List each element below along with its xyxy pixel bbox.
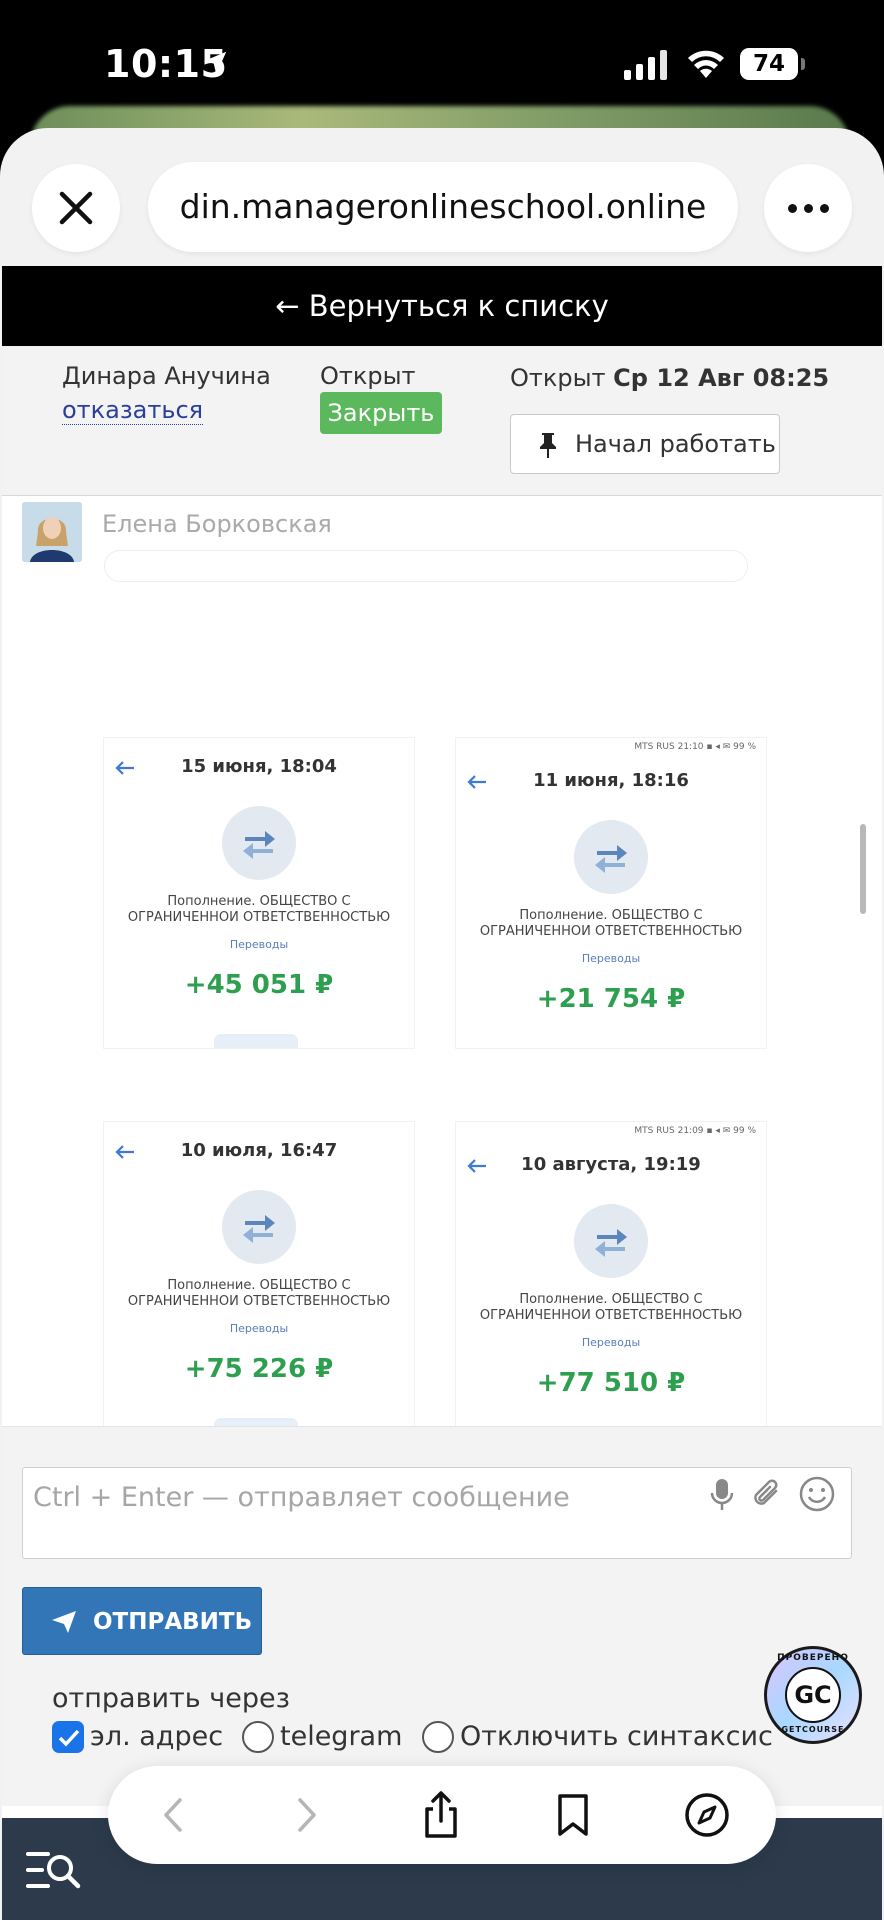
transfer-amount: +21 754 ₽ bbox=[536, 984, 686, 1014]
badge-bottom-text: GETCOURSE bbox=[781, 1725, 845, 1734]
mic-icon[interactable] bbox=[710, 1477, 734, 1513]
search-list-icon[interactable] bbox=[26, 1850, 82, 1890]
url-bar[interactable]: din.manageronlineschool.online bbox=[148, 162, 738, 252]
location-arrow-icon bbox=[203, 51, 227, 75]
send-via-label: отправить через bbox=[52, 1683, 290, 1714]
close-icon bbox=[59, 191, 93, 225]
attachment-screenshot[interactable]: MTS RUS 21:09 ▪ ◂ ✉ 99 % 10 августа, 19:… bbox=[456, 1122, 766, 1432]
transfer-category: Переводы bbox=[581, 952, 641, 965]
transfer-category: Переводы bbox=[229, 1322, 289, 1335]
attachment-screenshot[interactable]: 10 июля, 16:47 Пополнение. ОБЩЕСТВО С ОГ… bbox=[104, 1122, 414, 1432]
status-bar: 10:15 74 bbox=[0, 0, 884, 120]
option-disable-syntax[interactable]: Отключить синтаксис bbox=[422, 1719, 773, 1755]
attachment-screenshot[interactable]: 15 июня, 18:04 Пополнение. ОБЩЕСТВО С ОГ… bbox=[104, 738, 414, 1048]
chip bbox=[214, 1034, 298, 1048]
disable-syntax-checkbox[interactable] bbox=[422, 1721, 454, 1753]
badge-center: GC bbox=[785, 1667, 841, 1723]
transfer-icon-circle bbox=[574, 820, 648, 894]
transfer-icon-circle bbox=[574, 1204, 648, 1278]
message-bubble bbox=[104, 550, 748, 582]
close-ticket-button[interactable]: Закрыть bbox=[320, 392, 442, 434]
send-plane-icon bbox=[52, 1611, 76, 1633]
close-button[interactable] bbox=[32, 164, 120, 252]
option-telegram-label: telegram bbox=[280, 1721, 403, 1752]
forward-icon[interactable] bbox=[280, 1790, 330, 1840]
transfer-desc-2: ОГРАНИЧЕННОЙ ОТВЕТСТВЕННОСТЬЮ bbox=[127, 1294, 391, 1309]
option-email-label: эл. адрес bbox=[90, 1721, 224, 1752]
scroll-indicator[interactable] bbox=[860, 824, 866, 914]
transfer-desc-1: Пополнение. ОБЩЕСТВО С bbox=[167, 1278, 351, 1293]
pin-icon bbox=[540, 433, 556, 458]
message-composer: Ctrl + Enter — отправляет сообщение ОТПР… bbox=[2, 1426, 882, 1806]
opened-info: Открыт Ср 12 Авг 08:25 bbox=[510, 364, 829, 392]
paperclip-icon[interactable] bbox=[750, 1477, 784, 1511]
phone-status-line: MTS RUS 21:09 ▪ ◂ ✉ 99 % bbox=[634, 1126, 756, 1136]
option-disable-syntax-label: Отключить синтаксис bbox=[460, 1721, 773, 1752]
transfer-date: 15 июня, 18:04 bbox=[181, 756, 337, 777]
transfer-arrows-icon bbox=[243, 831, 275, 859]
transfer-desc-2: ОГРАНИЧЕННОЙ ОТВЕТСТВЕННОСТЬЮ bbox=[479, 924, 743, 939]
telegram-checkbox[interactable] bbox=[242, 1721, 274, 1753]
phone-status-line: MTS RUS 21:10 ▪ ◂ ✉ 99 % bbox=[634, 742, 756, 752]
option-email[interactable]: эл. адрес bbox=[52, 1719, 242, 1755]
transfer-desc-1: Пополнение. ОБЩЕСТВО С bbox=[519, 908, 703, 923]
browser-sheet: din.manageronlineschool.online ← Вернуть… bbox=[0, 128, 884, 1920]
more-icon bbox=[788, 204, 797, 213]
send-button-label: ОТПРАВИТЬ bbox=[93, 1609, 253, 1635]
option-telegram[interactable]: telegram bbox=[242, 1719, 412, 1755]
transfer-date: 11 июня, 18:16 bbox=[533, 770, 689, 791]
transfer-arrows-icon bbox=[595, 845, 627, 873]
transfer-date: 10 августа, 19:19 bbox=[521, 1154, 701, 1175]
opened-date: Ср 12 Авг 08:25 bbox=[613, 364, 830, 392]
transfer-icon-circle bbox=[222, 806, 296, 880]
transfer-amount: +77 510 ₽ bbox=[536, 1368, 686, 1398]
ticket-info-panel: Динара Анучина отказаться Открыт Закрыть… bbox=[2, 346, 882, 496]
badge-top-text: ПРОВЕРЕНО bbox=[777, 1653, 849, 1663]
transfer-category: Переводы bbox=[229, 938, 289, 951]
message-author: Елена Борковская bbox=[102, 510, 332, 538]
ticket-status: Открыт bbox=[320, 362, 416, 390]
transfer-arrows-icon bbox=[595, 1229, 627, 1257]
email-checkbox[interactable] bbox=[52, 1721, 84, 1753]
start-work-button[interactable]: Начал работать bbox=[510, 414, 780, 474]
smile-icon[interactable] bbox=[798, 1475, 836, 1513]
web-page: ← Вернуться к списку Динара Анучина отка… bbox=[2, 266, 882, 1920]
transfer-date: 10 июля, 16:47 bbox=[180, 1140, 338, 1161]
bookmarks-icon[interactable] bbox=[548, 1790, 598, 1840]
transfer-desc-2: ОГРАНИЧЕННОЙ ОТВЕТСТВЕННОСТЬЮ bbox=[127, 910, 391, 925]
check-icon bbox=[58, 1729, 80, 1747]
opened-prefix: Открыт bbox=[510, 364, 606, 392]
wifi-icon bbox=[688, 50, 724, 78]
transfer-desc-2: ОГРАНИЧЕННОЙ ОТВЕТСТВЕННОСТЬЮ bbox=[479, 1308, 743, 1323]
attachment-screenshot[interactable]: MTS RUS 21:10 ▪ ◂ ✉ 99 % 11 июня, 18:16 … bbox=[456, 738, 766, 1048]
share-icon[interactable] bbox=[416, 1790, 466, 1840]
compass-icon[interactable] bbox=[682, 1790, 732, 1840]
browser-toolbar bbox=[108, 1766, 776, 1864]
transfer-desc-1: Пополнение. ОБЩЕСТВО С bbox=[519, 1292, 703, 1307]
assignee-name: Динара Анучина bbox=[62, 362, 271, 390]
transfer-icon-circle bbox=[222, 1190, 296, 1264]
transfer-desc-1: Пополнение. ОБЩЕСТВО С bbox=[167, 894, 351, 909]
transfer-arrows-icon bbox=[243, 1215, 275, 1243]
getcourse-verified-badge: ПРОВЕРЕНО GC GETCOURSE bbox=[764, 1646, 862, 1744]
back-icon[interactable] bbox=[150, 1790, 200, 1840]
transfer-amount: +45 051 ₽ bbox=[184, 970, 334, 1000]
signal-icon bbox=[624, 50, 667, 80]
more-button[interactable] bbox=[764, 164, 852, 252]
transfer-amount: +75 226 ₽ bbox=[184, 1354, 334, 1384]
transfer-category: Переводы bbox=[581, 1336, 641, 1349]
send-button[interactable]: ОТПРАВИТЬ bbox=[22, 1587, 262, 1655]
avatar bbox=[22, 502, 82, 562]
battery-indicator: 74 bbox=[740, 48, 805, 80]
start-work-label: Начал работать bbox=[575, 430, 776, 458]
avatar-photo bbox=[22, 502, 82, 562]
back-to-list-link[interactable]: ← Вернуться к списку bbox=[2, 266, 882, 346]
refuse-link[interactable]: отказаться bbox=[62, 396, 204, 425]
